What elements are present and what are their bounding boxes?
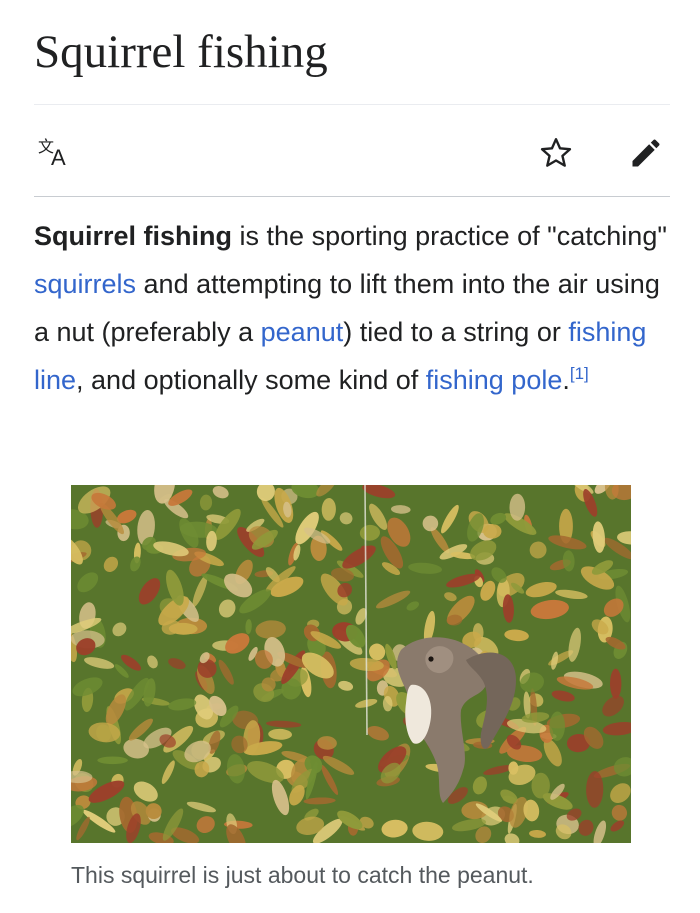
lead-text: , and optionally some kind of <box>76 365 426 395</box>
toolbar-divider <box>34 196 670 197</box>
language-icon[interactable]: 文 A <box>34 130 74 176</box>
citation-sup: [1] <box>569 364 589 383</box>
link-peanut[interactable]: peanut <box>261 317 344 347</box>
title-divider <box>34 104 670 105</box>
bold-term: Squirrel fishing <box>34 221 233 251</box>
edit-pencil-icon[interactable] <box>626 130 666 176</box>
lead-text: . <box>562 365 570 395</box>
link-fishing-pole[interactable]: fishing pole <box>426 365 563 395</box>
squirrel-photo[interactable] <box>71 485 631 843</box>
svg-text:A: A <box>51 145 66 170</box>
link-squirrels[interactable]: squirrels <box>34 269 136 299</box>
citation-link[interactable]: [1] <box>570 365 589 395</box>
article-page: Squirrel fishing 文 A Squirrel fishing is… <box>0 0 700 913</box>
lead-text: ) tied to a string or <box>343 317 569 347</box>
figure-caption: This squirrel is just about to catch the… <box>71 862 534 888</box>
lead-text: is the sporting practice of "catching" <box>232 221 667 251</box>
page-actions-toolbar: 文 A <box>34 130 670 176</box>
lead-paragraph: Squirrel fishing is the sporting practic… <box>34 212 674 404</box>
star-icon[interactable] <box>536 130 576 176</box>
page-title: Squirrel fishing <box>34 26 328 78</box>
